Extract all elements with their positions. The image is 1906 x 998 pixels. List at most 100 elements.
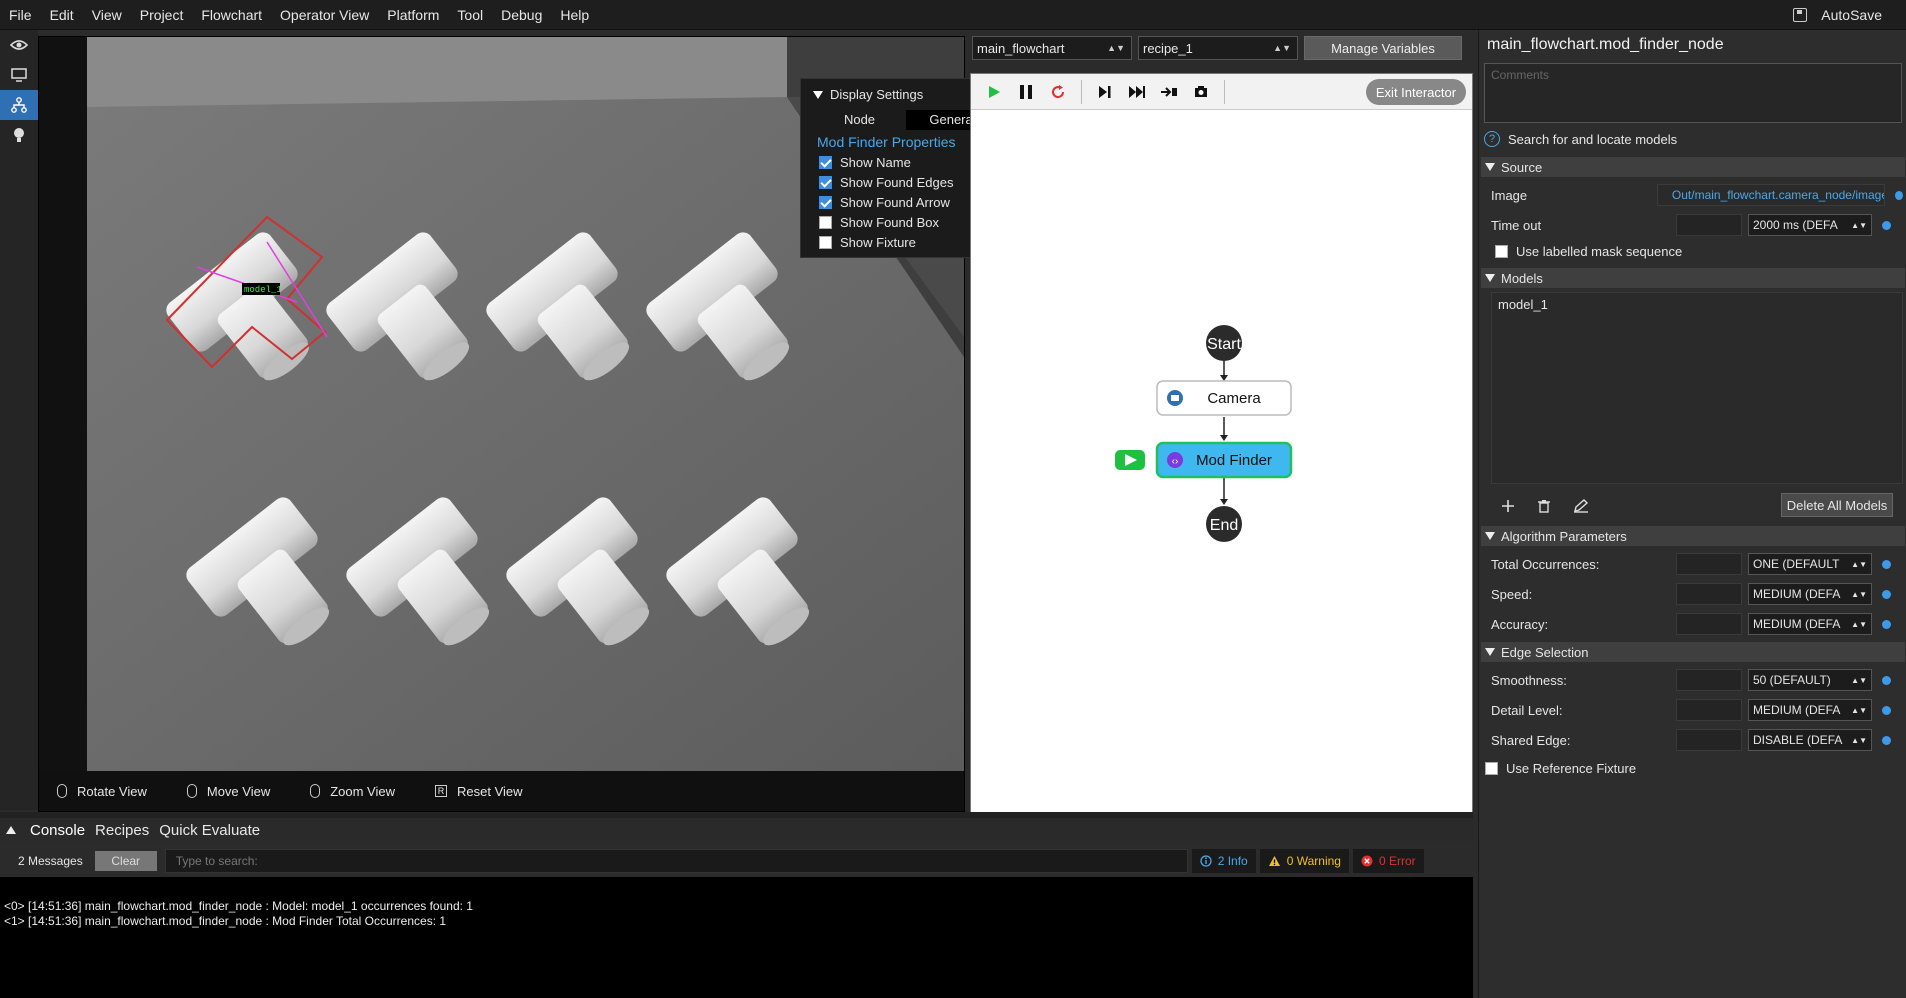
eye-tool[interactable]	[0, 30, 38, 60]
flowchart-canvas[interactable]: Start Camera ‹› Mod Finder End	[971, 111, 1472, 813]
start-node[interactable]: Start	[1206, 325, 1242, 361]
step-into-button[interactable]	[1156, 79, 1182, 105]
menu-operator-view[interactable]: Operator View	[271, 7, 378, 23]
mouse-left-icon	[57, 784, 67, 798]
source-section-header[interactable]: Source	[1481, 157, 1905, 177]
edit-icon[interactable]	[1573, 499, 1589, 513]
warning-filter[interactable]: 0 Warning	[1259, 849, 1349, 873]
image-source-link[interactable]: Out/main_flowchart.camera_node/image	[1656, 184, 1885, 206]
comments-input[interactable]: Comments	[1484, 63, 1902, 123]
delete-all-models-button[interactable]: Delete All Models	[1781, 493, 1893, 517]
timeout-param-label: Time out	[1491, 217, 1542, 233]
total-occurrences-row: Total Occurrences: ONE (DEFAULT ▲▼	[1491, 551, 1903, 577]
end-node[interactable]: End	[1206, 506, 1242, 542]
trash-icon[interactable]	[1537, 499, 1551, 513]
recipe-select[interactable]: recipe_1 ▲▼	[1138, 36, 1298, 60]
help-icon[interactable]: ?	[1484, 131, 1500, 147]
collapse-icon[interactable]	[6, 826, 16, 834]
list-item[interactable]: model_1	[1498, 297, 1896, 312]
mod-finder-node[interactable]: ‹› Mod Finder	[1155, 441, 1293, 479]
models-section-header[interactable]: Models	[1481, 268, 1905, 288]
recipe-select-value: recipe_1	[1143, 40, 1193, 56]
camera-node-label: Camera	[1207, 390, 1261, 407]
manage-variables-button[interactable]: Manage Variables	[1304, 36, 1462, 60]
menu-view[interactable]: View	[83, 7, 131, 23]
add-icon[interactable]	[1501, 499, 1515, 513]
tab-quick-evaluate[interactable]: Quick Evaluate	[159, 822, 260, 839]
menu-debug[interactable]: Debug	[492, 7, 551, 23]
use-reference-fixture-option[interactable]: Use Reference Fixture	[1485, 761, 1636, 776]
smoothness-input[interactable]	[1676, 669, 1742, 691]
total-occurrences-input[interactable]	[1676, 553, 1742, 575]
tab-console[interactable]: Console	[30, 822, 85, 839]
fast-forward-button[interactable]	[1124, 79, 1150, 105]
accuracy-input[interactable]	[1676, 613, 1742, 635]
save-icon[interactable]	[1793, 8, 1808, 22]
node-description: ? Search for and locate models	[1484, 131, 1677, 147]
tab-node[interactable]: Node	[813, 110, 906, 130]
show-found-edges-checkbox[interactable]	[819, 175, 832, 189]
shared-edge-select[interactable]: DISABLE (DEFA ▲▼	[1748, 729, 1872, 751]
info-filter[interactable]: 2 Info	[1191, 849, 1256, 873]
pause-button[interactable]	[1013, 79, 1039, 105]
run-button[interactable]	[981, 79, 1007, 105]
edge-selection-header[interactable]: Edge Selection	[1481, 642, 1905, 662]
monitor-tool[interactable]	[0, 60, 38, 90]
error-filter[interactable]: 0 Error	[1352, 849, 1424, 873]
active-node-indicator	[1115, 450, 1145, 470]
total-occurrences-select[interactable]: ONE (DEFAULT ▲▼	[1748, 553, 1872, 575]
accuracy-select[interactable]: MEDIUM (DEFA ▲▼	[1748, 613, 1872, 635]
monitor-icon	[11, 68, 27, 82]
show-found-box-checkbox[interactable]	[819, 215, 832, 229]
use-reference-fixture-checkbox[interactable]	[1485, 762, 1498, 775]
flowchart-tool[interactable]	[0, 90, 38, 120]
menu-tool[interactable]: Tool	[448, 7, 492, 23]
algorithm-parameters-header[interactable]: Algorithm Parameters	[1481, 526, 1905, 546]
flowchart-select[interactable]: main_flowchart ▲▼	[972, 36, 1132, 60]
menu-edit[interactable]: Edit	[41, 7, 83, 23]
toolbar-separator	[1081, 79, 1082, 104]
speed-select[interactable]: MEDIUM (DEFA ▲▼	[1748, 583, 1872, 605]
accuracy-row: Accuracy: MEDIUM (DEFA ▲▼	[1491, 611, 1903, 637]
menu-project[interactable]: Project	[131, 7, 193, 23]
camera-node[interactable]: Camera	[1156, 380, 1292, 416]
clear-button[interactable]: Clear	[94, 851, 157, 871]
image-param-row: Image Out/main_flowchart.camera_node/ima…	[1491, 182, 1903, 208]
shared-edge-input[interactable]	[1676, 729, 1742, 751]
key-r-icon: R	[435, 785, 447, 797]
autosave-label[interactable]: AutoSave	[1821, 7, 1882, 23]
show-name-checkbox[interactable]	[819, 155, 832, 169]
restart-button[interactable]	[1045, 79, 1071, 105]
show-found-arrow-checkbox[interactable]	[819, 195, 832, 209]
svg-text:‹›: ‹›	[1172, 456, 1179, 467]
timeout-input[interactable]	[1676, 214, 1742, 236]
use-mask-option[interactable]: Use labelled mask sequence	[1495, 244, 1682, 259]
image-viewer[interactable]: model_1 Display Settings Node General Mo…	[38, 36, 1000, 812]
use-mask-checkbox[interactable]	[1495, 245, 1508, 258]
lightbulb-tool[interactable]	[0, 120, 38, 150]
menu-file[interactable]: File	[0, 7, 41, 23]
status-dot	[1882, 619, 1891, 629]
detail-level-select[interactable]: MEDIUM (DEFA ▲▼	[1748, 699, 1872, 721]
step-button[interactable]	[1092, 79, 1118, 105]
show-fixture-checkbox[interactable]	[819, 235, 832, 249]
play-icon	[989, 85, 1000, 98]
detail-level-input[interactable]	[1676, 699, 1742, 721]
menu-flowchart[interactable]: Flowchart	[192, 7, 271, 23]
menu-platform[interactable]: Platform	[378, 7, 448, 23]
console-search-input[interactable]: Type to search:	[164, 849, 1188, 873]
menu-help[interactable]: Help	[551, 7, 598, 23]
timeout-select[interactable]: 2000 ms (DEFA ▲▼	[1748, 214, 1872, 236]
smoothness-select[interactable]: 50 (DEFAULT) ▲▼	[1748, 669, 1872, 691]
speed-input[interactable]	[1676, 583, 1742, 605]
lightbulb-icon	[14, 128, 24, 142]
detail-level-label: Detail Level:	[1491, 702, 1563, 718]
left-toolbar	[0, 30, 38, 810]
updown-icon: ▲▼	[1851, 589, 1867, 599]
exit-interactor-button[interactable]: Exit Interactor	[1366, 79, 1466, 105]
view-hints-bar: Rotate View Move View Zoom View R Reset V…	[39, 771, 964, 811]
console-log[interactable]: <0> [14:51:36] main_flowchart.mod_finder…	[0, 877, 1473, 998]
camera-run-button[interactable]	[1188, 79, 1214, 105]
zoom-view-label: Zoom View	[330, 783, 395, 799]
tab-recipes[interactable]: Recipes	[95, 822, 149, 839]
